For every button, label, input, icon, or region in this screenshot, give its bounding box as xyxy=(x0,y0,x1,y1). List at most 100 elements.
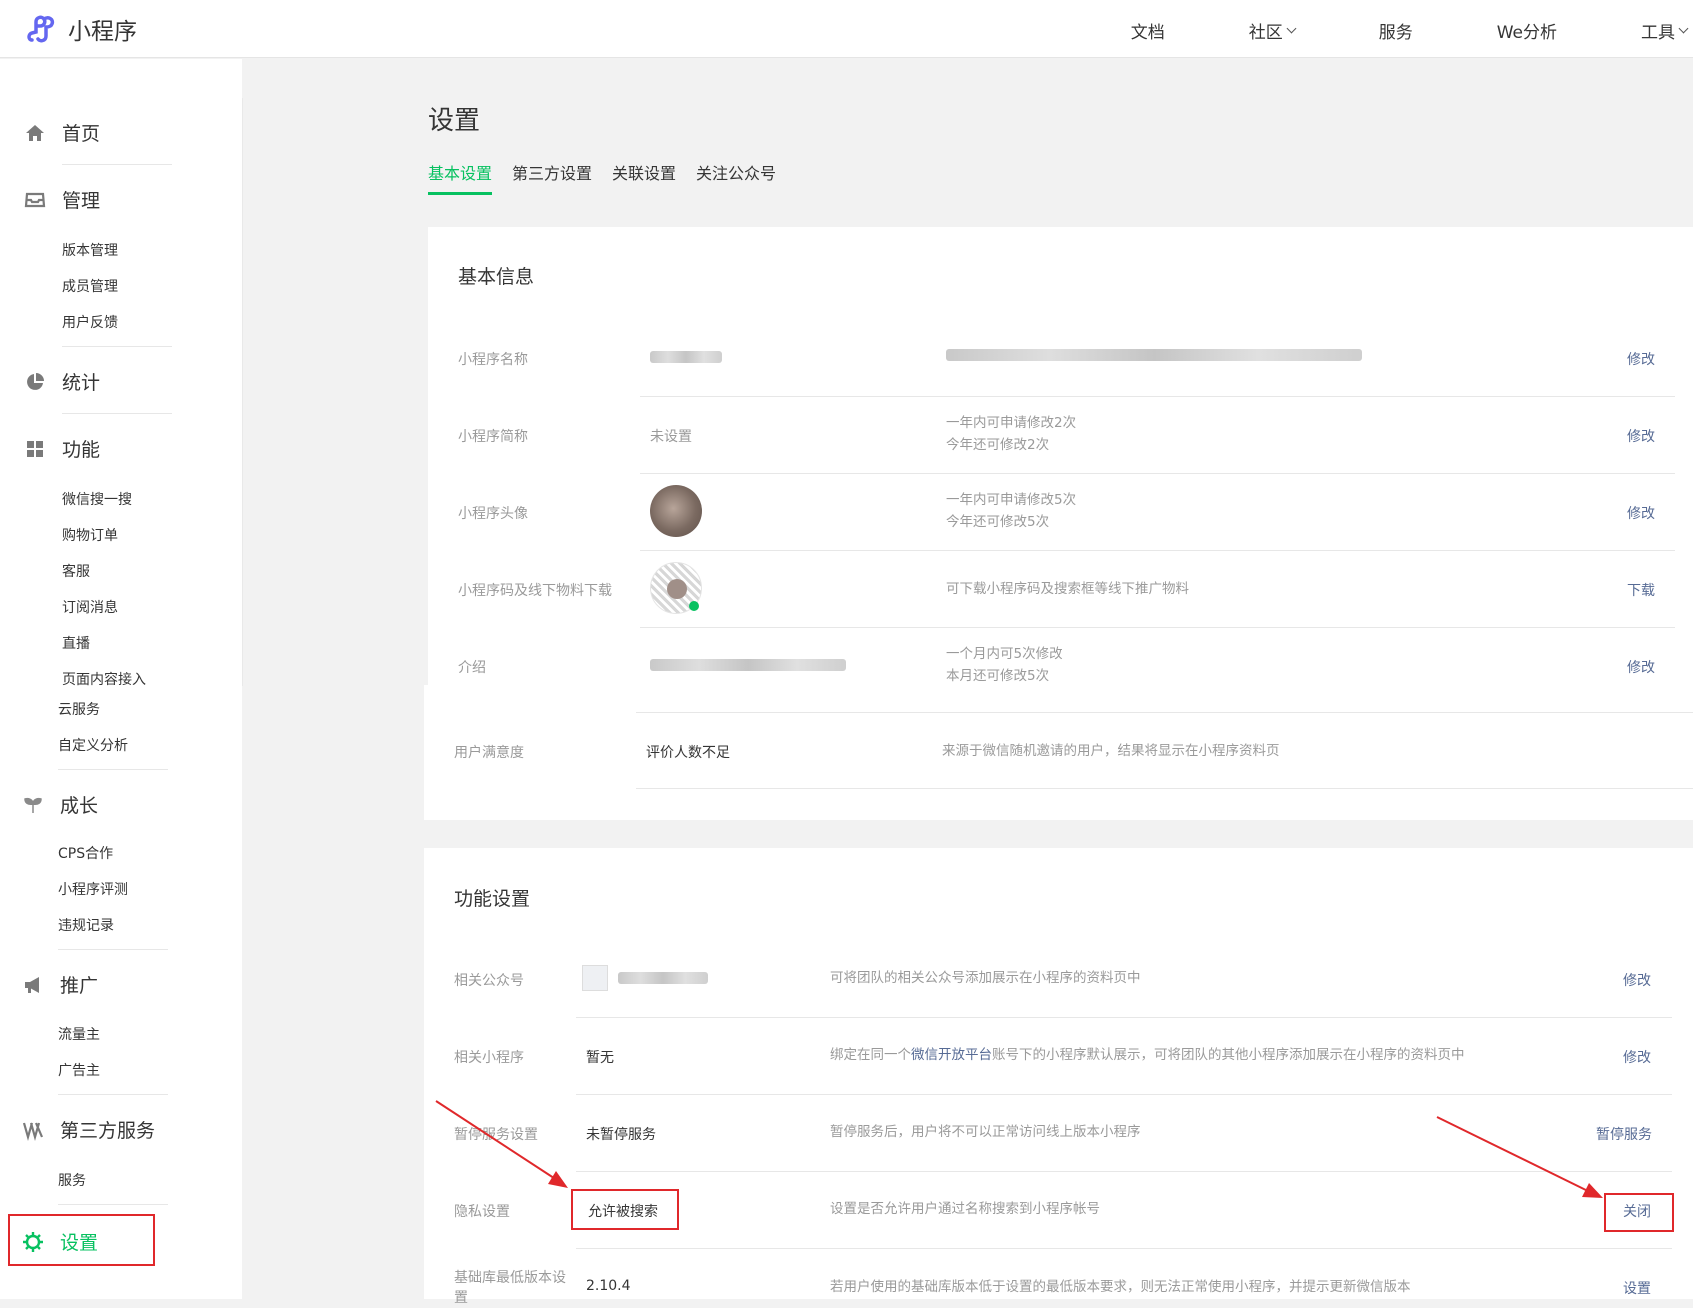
nav-tools-label: 工具 xyxy=(1641,23,1675,43)
row-label: 用户满意度 xyxy=(454,745,524,761)
sidebar-item-wechat-search[interactable]: 微信搜一搜 xyxy=(62,489,132,509)
nav-we-analytics[interactable]: We分析 xyxy=(1455,18,1557,43)
tab-follow-account[interactable]: 关注公众号 xyxy=(696,160,776,195)
sidebar-item-features[interactable]: 功能 xyxy=(24,435,100,462)
sidebar-item-cps[interactable]: CPS合作 xyxy=(58,843,113,863)
row-label: 基础库最低版本设置 xyxy=(454,1270,566,1306)
row-label: 隐私设置 xyxy=(454,1204,510,1220)
third-party-icon xyxy=(22,1122,44,1141)
function-settings-title: 功能设置 xyxy=(454,888,531,910)
desc-text: 绑定在同一个 xyxy=(830,1047,911,1063)
sidebar-item-orders[interactable]: 购物订单 xyxy=(62,525,118,545)
divider xyxy=(62,346,172,347)
sidebar-item-label: 推广 xyxy=(60,975,99,997)
divider xyxy=(58,949,168,950)
nav-services[interactable]: 服务 xyxy=(1337,18,1413,43)
avatar-desc: 一年内可申请修改5次 今年还可修改5次 xyxy=(946,489,1076,533)
nav-community[interactable]: 社区 xyxy=(1207,18,1297,43)
divider xyxy=(62,413,172,414)
sidebar-item-label: 成长 xyxy=(60,795,99,817)
sidebar-item-custom-analytics[interactable]: 自定义分析 xyxy=(58,735,128,755)
divider xyxy=(640,396,1675,397)
desc-line: 今年还可修改2次 xyxy=(946,437,1050,453)
desc-text: 账号下的小程序默认展示，可将团队的其他小程序添加展示在小程序的资料页中 xyxy=(992,1047,1465,1063)
desc-line: 今年还可修改5次 xyxy=(946,514,1050,530)
nav-we-analytics-label: We分析 xyxy=(1496,23,1557,43)
related-miniprogram-desc: 绑定在同一个微信开放平台账号下的小程序默认展示，可将团队的其他小程序添加展示在小… xyxy=(830,1044,1465,1066)
inbox-icon xyxy=(24,192,46,207)
sidebar-item-cloud[interactable]: 云服务 xyxy=(58,699,100,719)
official-account-avatar xyxy=(582,965,608,991)
nav-docs-label: 文档 xyxy=(1130,23,1165,43)
sidebar-item-label: 首页 xyxy=(62,123,101,145)
logo[interactable]: 小程序 xyxy=(24,12,137,46)
basic-info-title: 基本信息 xyxy=(458,266,535,288)
sidebar-item-review[interactable]: 小程序评测 xyxy=(58,879,128,899)
edit-official-account-button[interactable]: 修改 xyxy=(1623,970,1651,990)
short-name-desc: 一年内可申请修改2次 今年还可修改2次 xyxy=(946,412,1076,456)
download-button[interactable]: 下载 xyxy=(1627,580,1655,600)
tab-basic[interactable]: 基本设置 xyxy=(428,160,493,195)
min-version-settings-button[interactable]: 设置 xyxy=(1623,1278,1651,1298)
qrcode-icon xyxy=(650,562,702,614)
pause-service-button[interactable]: 暂停服务 xyxy=(1596,1124,1652,1144)
tab-bar: 基本设置 第三方设置 关联设置 关注公众号 xyxy=(428,160,776,195)
edit-name-button[interactable]: 修改 xyxy=(1627,349,1655,369)
open-platform-link[interactable]: 微信开放平台 xyxy=(911,1047,992,1063)
edit-short-name-button[interactable]: 修改 xyxy=(1627,426,1655,446)
sidebar-divider xyxy=(242,98,243,686)
sidebar-item-page-content[interactable]: 页面内容接入 xyxy=(62,669,146,689)
sidebar-item-stats[interactable]: 统计 xyxy=(24,368,100,395)
row-label: 相关小程序 xyxy=(454,1050,524,1066)
sidebar-item-label: 管理 xyxy=(62,190,101,212)
sidebar-item-promote[interactable]: 推广 xyxy=(22,971,98,998)
tab-third-party[interactable]: 第三方设置 xyxy=(512,160,592,195)
divider xyxy=(576,1248,1672,1249)
annotation-highlight-box xyxy=(8,1214,155,1266)
short-name-value: 未设置 xyxy=(650,429,692,445)
sidebar-item-subscribe-msg[interactable]: 订阅消息 xyxy=(62,597,118,617)
sidebar-item-third-party[interactable]: 第三方服务 xyxy=(22,1116,155,1143)
nav-docs[interactable]: 文档 xyxy=(1089,18,1165,43)
related-miniprogram-value: 暂无 xyxy=(586,1050,614,1066)
sidebar-item-manage[interactable]: 管理 xyxy=(24,186,100,213)
privacy-desc: 设置是否允许用户通过名称搜索到小程序帐号 xyxy=(830,1201,1100,1217)
sidebar-item-members[interactable]: 成员管理 xyxy=(62,276,118,296)
miniprogram-name-value xyxy=(650,351,722,367)
divider xyxy=(636,788,1693,789)
nav-tools[interactable]: 工具 xyxy=(1599,18,1689,43)
chevron-down-icon xyxy=(1678,23,1689,33)
divider xyxy=(58,1204,168,1205)
top-bar: 小程序 文档 社区 服务 We分析 工具 xyxy=(0,0,1693,58)
desc-line: 一年内可申请修改2次 xyxy=(946,415,1077,431)
sidebar-item-service[interactable]: 服务 xyxy=(58,1170,86,1190)
pie-chart-icon xyxy=(27,372,44,390)
nav-community-label: 社区 xyxy=(1248,23,1283,43)
avatar xyxy=(650,485,702,537)
sidebar-item-advertiser[interactable]: 广告主 xyxy=(58,1060,100,1080)
edit-related-miniprogram-button[interactable]: 修改 xyxy=(1623,1047,1651,1067)
sidebar-item-customer-service[interactable]: 客服 xyxy=(62,561,90,581)
edit-intro-button[interactable]: 修改 xyxy=(1627,657,1655,677)
intro-value xyxy=(650,659,846,675)
sidebar-item-label: 统计 xyxy=(62,372,101,394)
min-version-desc: 若用户使用的基础库版本低于设置的最低版本要求，则无法正常使用小程序，并提示更新微… xyxy=(830,1279,1411,1295)
sidebar-item-version[interactable]: 版本管理 xyxy=(62,240,118,260)
min-version-value: 2.10.4 xyxy=(586,1278,631,1294)
basic-info-card xyxy=(428,227,1693,685)
page-title: 设置 xyxy=(428,106,481,136)
sidebar-item-growth[interactable]: 成长 xyxy=(22,791,98,818)
sidebar-item-publisher[interactable]: 流量主 xyxy=(58,1024,100,1044)
sidebar-item-label: 第三方服务 xyxy=(60,1120,156,1142)
sidebar-item-home[interactable]: 首页 xyxy=(24,119,100,146)
sidebar-item-violations[interactable]: 违规记录 xyxy=(58,915,114,935)
divider xyxy=(636,712,1693,713)
desc-line: 一个月内可5次修改 xyxy=(946,646,1063,662)
miniprogram-name-desc xyxy=(946,346,1362,368)
edit-avatar-button[interactable]: 修改 xyxy=(1627,503,1655,523)
intro-desc: 一个月内可5次修改 本月还可修改5次 xyxy=(946,643,1063,687)
top-nav: 文档 社区 服务 We分析 工具 xyxy=(1047,18,1693,43)
sidebar-item-feedback[interactable]: 用户反馈 xyxy=(62,312,118,332)
tab-association[interactable]: 关联设置 xyxy=(612,160,676,195)
sidebar-item-live[interactable]: 直播 xyxy=(62,633,90,653)
